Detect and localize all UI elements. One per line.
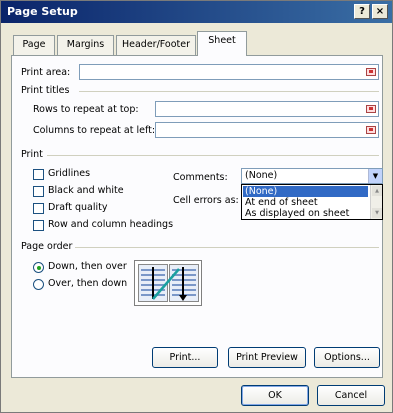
dropdown-scrollbar[interactable]: ▲ ▼ (370, 185, 382, 219)
dropdown-option[interactable]: (None) (243, 186, 368, 197)
print-button[interactable]: Print... (152, 347, 218, 368)
dropdown-option[interactable]: At end of sheet (243, 197, 318, 208)
cell-errors-label: Cell errors as: (173, 195, 239, 206)
draft-quality-label: Draft quality (48, 202, 108, 213)
scroll-up-icon[interactable]: ▲ (372, 186, 382, 196)
over-then-down-label: Over, then down (48, 278, 128, 289)
tab-page[interactable]: Page (13, 35, 55, 55)
rows-to-repeat-label: Rows to repeat at top: (33, 104, 139, 115)
black-and-white-label: Black and white (48, 185, 124, 196)
comments-value: (None) (245, 170, 278, 181)
dialog-title: Page Setup (7, 5, 78, 18)
print-preview-button[interactable]: Print Preview (228, 347, 306, 368)
tab-sheet[interactable]: Sheet (197, 31, 247, 56)
print-area-input[interactable] (79, 64, 379, 80)
scroll-down-icon[interactable]: ▼ (372, 208, 382, 218)
help-button[interactable]: ? (354, 4, 370, 19)
chevron-down-icon[interactable]: ▼ (368, 169, 382, 183)
rows-to-repeat-input[interactable] (155, 101, 379, 117)
print-heading: Print (21, 149, 43, 160)
down-then-over-radio[interactable] (33, 262, 44, 273)
columns-to-repeat-label: Columns to repeat at left: (33, 125, 156, 136)
print-titles-heading: Print titles (21, 85, 70, 96)
row-column-headings-label: Row and column headings (48, 219, 174, 230)
print-area-label: Print area: (21, 67, 71, 78)
page-order-heading: Page order (21, 241, 73, 252)
dropdown-option[interactable]: As displayed on sheet (243, 208, 349, 219)
columns-to-repeat-input[interactable] (155, 122, 379, 138)
collapse-dialog-icon[interactable] (365, 103, 377, 115)
close-button[interactable]: × (372, 4, 388, 19)
comments-dropdown-list: (None) At end of sheet As displayed on s… (241, 184, 383, 220)
gridlines-label: Gridlines (48, 168, 91, 179)
down-then-over-label: Down, then over (48, 261, 127, 272)
black-and-white-checkbox[interactable] (33, 186, 44, 197)
divider (79, 91, 379, 92)
divider (75, 247, 379, 248)
options-button[interactable]: Options... (314, 347, 380, 368)
over-then-down-radio[interactable] (33, 279, 44, 290)
tab-margins[interactable]: Margins (57, 35, 114, 55)
draft-quality-checkbox[interactable] (33, 203, 44, 214)
page-setup-dialog: Page Setup ? × Page Margins Header/Foote… (0, 0, 393, 413)
title-bar: Page Setup ? × (1, 1, 392, 23)
row-column-headings-checkbox[interactable] (33, 220, 44, 231)
divider (47, 155, 379, 156)
gridlines-checkbox[interactable] (33, 169, 44, 180)
ok-button[interactable]: OK (241, 385, 309, 406)
page-order-arrow-icon (152, 267, 187, 301)
page-order-preview-icon (134, 260, 202, 306)
collapse-dialog-icon[interactable] (365, 66, 377, 78)
cancel-button[interactable]: Cancel (317, 385, 385, 406)
tab-header-footer[interactable]: Header/Footer (116, 35, 196, 55)
comments-select[interactable]: (None) ▼ (241, 168, 383, 184)
comments-label: Comments: (173, 172, 228, 183)
collapse-dialog-icon[interactable] (365, 124, 377, 136)
